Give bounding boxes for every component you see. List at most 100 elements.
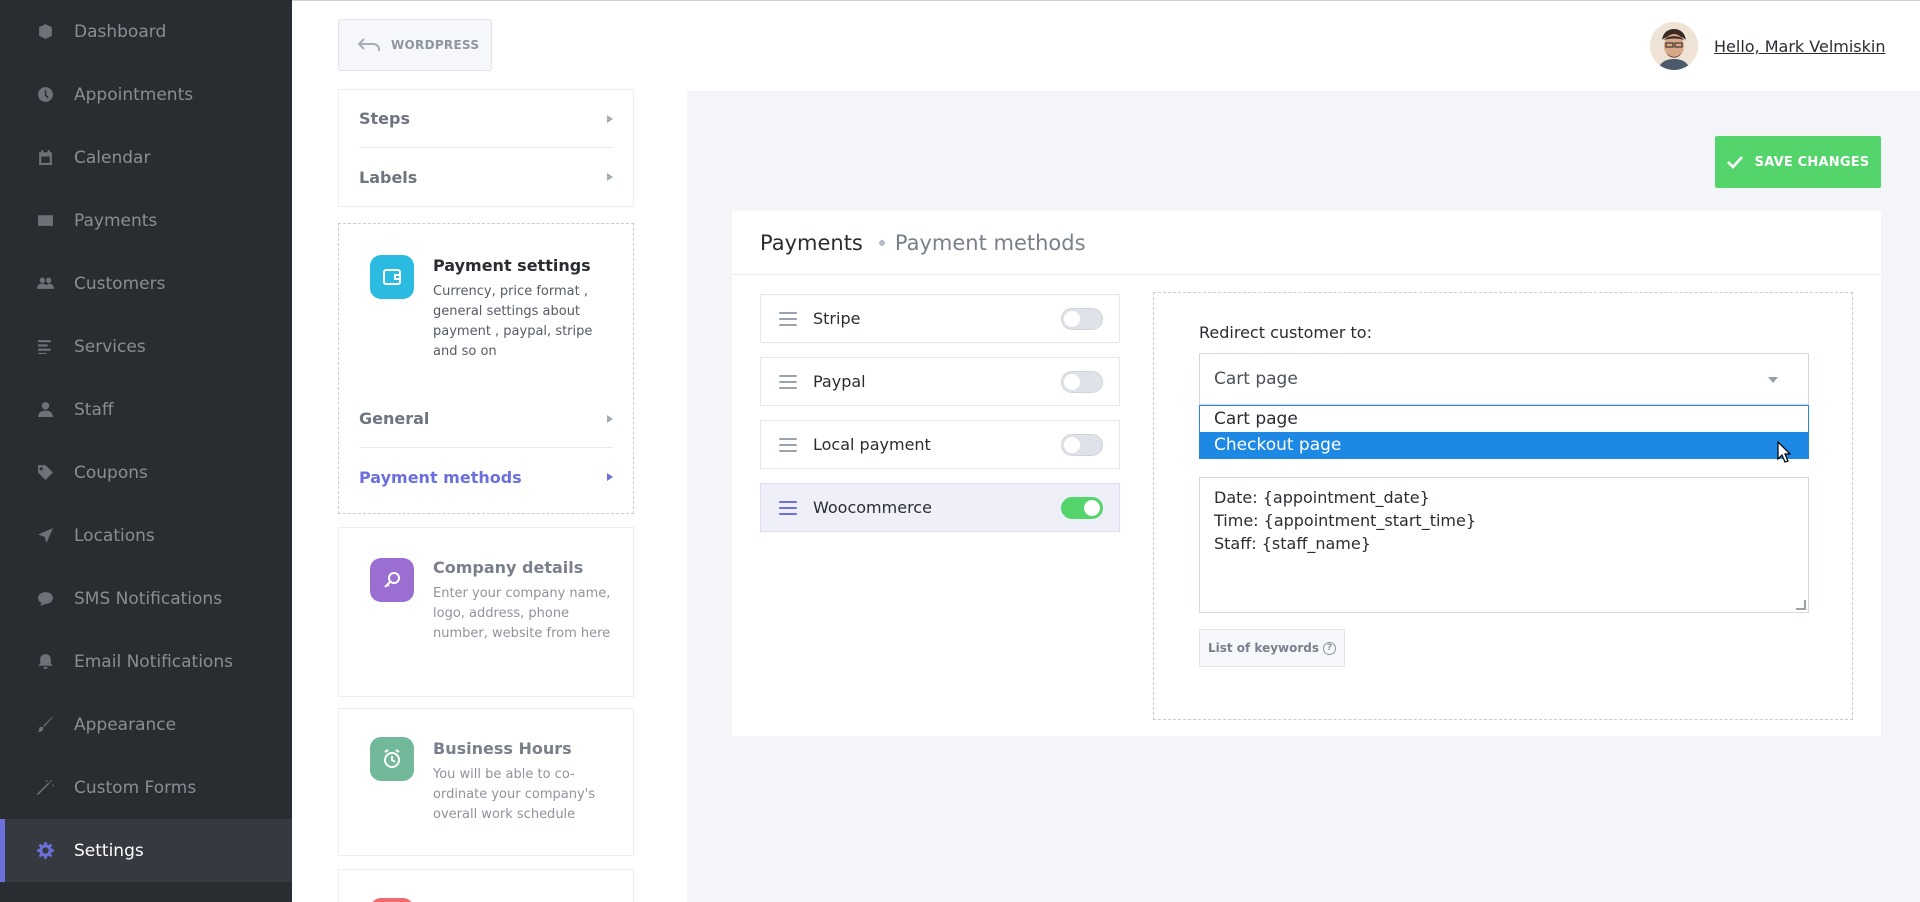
submenu-item-label: Payment methods (359, 467, 522, 487)
avatar[interactable] (1650, 22, 1698, 70)
sidebar-item-appointments[interactable]: Appointments (0, 63, 292, 126)
sidebar-item-calendar[interactable]: Calendar (0, 126, 292, 189)
drag-handle-icon[interactable] (779, 311, 797, 326)
clock-icon (34, 84, 56, 106)
sidebar-item-custom-forms[interactable]: Custom Forms (0, 756, 292, 819)
calendar-icon (34, 147, 56, 169)
list-of-keywords-button[interactable]: List of keywords ? (1199, 629, 1345, 667)
chevron-right-icon (607, 114, 613, 123)
sidebar-item-label: Coupons (74, 462, 148, 483)
sidebar-item-locations[interactable]: Locations (0, 504, 292, 567)
submenu-item-steps[interactable]: Steps (359, 90, 613, 148)
chevron-right-icon (607, 173, 613, 181)
sidebar-item-label: Custom Forms (74, 777, 197, 798)
company-details-card[interactable]: Company details Enter your company name,… (338, 527, 634, 697)
payment-method-stripe[interactable]: Stripe (760, 294, 1120, 343)
save-changes-label: SAVE CHANGES (1754, 154, 1870, 170)
template-line: Date: {appointment_date} (1214, 488, 1430, 507)
sidebar-item-services[interactable]: Services (0, 315, 292, 378)
sidebar-item-label: Payments (74, 210, 158, 231)
company-details-description: Enter your company name, logo, address, … (433, 586, 611, 641)
next-settings-card[interactable] (338, 869, 634, 902)
save-changes-button[interactable]: SAVE CHANGES (1715, 136, 1881, 188)
user-greeting-link[interactable]: Hello, Mark Velmiskin (1714, 37, 1885, 56)
payment-method-local-payment[interactable]: Local payment (760, 420, 1120, 469)
brush-icon (34, 714, 56, 736)
payment-settings-title: Payment settings (433, 256, 591, 275)
settings-menu: Steps Labels Payment settings Currency, … (292, 89, 687, 902)
redirect-dropdown: Cart page Checkout page (1199, 405, 1809, 459)
list-icon (34, 336, 56, 358)
panel-subtitle: Payment methods (894, 230, 1086, 255)
magic-wand-icon (34, 777, 56, 799)
settings-card-icon (370, 898, 414, 902)
location-arrow-icon (34, 525, 56, 547)
business-hours-description: You will be able to co-ordinate your com… (433, 767, 595, 822)
submenu-item-label: General (359, 409, 430, 428)
option-cart-page[interactable]: Cart page (1200, 406, 1808, 432)
panel-title: Payments (760, 230, 863, 255)
payment-method-woocommerce[interactable]: Woocommerce (760, 483, 1120, 532)
breadcrumb-separator (878, 239, 885, 246)
redirect-select[interactable]: Cart page (1199, 353, 1809, 405)
submenu-item-labels[interactable]: Labels (359, 148, 613, 206)
sidebar-item-label: Appointments (74, 84, 194, 105)
resize-handle-icon[interactable] (1796, 600, 1806, 610)
paypal-toggle[interactable] (1061, 371, 1103, 393)
payment-method-label: Woocommerce (813, 498, 932, 517)
users-icon (34, 273, 56, 295)
sidebar-item-customers[interactable]: Customers (0, 252, 292, 315)
credit-card-icon (34, 210, 56, 232)
question-icon: ? (1323, 641, 1337, 655)
redirect-selected-value: Cart page (1214, 369, 1298, 389)
wordpress-label: WORDPRESS (391, 38, 480, 52)
submenu-item-general[interactable]: General (359, 390, 613, 448)
drag-handle-icon[interactable] (779, 374, 797, 389)
bell-icon (34, 651, 56, 673)
sidebar-item-appearance[interactable]: Appearance (0, 693, 292, 756)
submenu-item-payment-methods[interactable]: Payment methods (359, 448, 613, 506)
option-checkout-page[interactable]: Checkout page (1200, 432, 1808, 458)
business-hours-card[interactable]: Business Hours You will be able to co-or… (338, 708, 634, 856)
sidebar-item-staff[interactable]: Staff (0, 378, 292, 441)
woocommerce-toggle[interactable] (1061, 497, 1103, 519)
check-icon (1726, 156, 1743, 169)
mouse-cursor-icon (1777, 441, 1791, 463)
business-hours-title: Business Hours (433, 739, 572, 758)
payment-method-label: Local payment (813, 435, 931, 454)
chevron-right-icon (607, 473, 613, 481)
sidebar-item-label: Settings (74, 840, 144, 861)
sidebar-item-label: Services (74, 336, 146, 357)
keywords-label: List of keywords (1207, 641, 1320, 655)
local-payment-toggle[interactable] (1061, 434, 1103, 456)
sidebar-item-coupons[interactable]: Coupons (0, 441, 292, 504)
sidebar-item-label: SMS Notifications (74, 588, 223, 609)
chevron-down-icon (1768, 377, 1778, 383)
sidebar-item-email-notifications[interactable]: Email Notifications (0, 630, 292, 693)
order-details-textarea[interactable]: Date: {appointment_date} Time: {appointm… (1199, 477, 1809, 613)
drag-handle-icon[interactable] (779, 500, 797, 515)
sidebar-item-label: Calendar (74, 147, 151, 168)
company-icon (370, 558, 414, 602)
payment-settings-card[interactable]: Payment settings Currency, price format … (338, 223, 634, 514)
payment-method-paypal[interactable]: Paypal (760, 357, 1120, 406)
sidebar-item-dashboard[interactable]: Dashboard (0, 0, 292, 63)
sidebar-item-label: Staff (74, 399, 114, 420)
gear-icon (34, 840, 56, 862)
drag-handle-icon[interactable] (779, 437, 797, 452)
company-details-title: Company details (433, 558, 584, 577)
template-line: Staff: {staff_name} (1214, 534, 1371, 553)
sidebar-item-label: Dashboard (74, 21, 167, 42)
sidebar-item-settings[interactable]: Settings (0, 819, 292, 882)
stripe-toggle[interactable] (1061, 308, 1103, 330)
wordpress-back-button[interactable]: WORDPRESS (338, 19, 492, 71)
tag-icon (34, 462, 56, 484)
sidebar-item-payments[interactable]: Payments (0, 189, 292, 252)
woocommerce-settings: Redirect customer to: Cart page Cart pag… (1153, 292, 1853, 720)
sidebar-item-sms-notifications[interactable]: SMS Notifications (0, 567, 292, 630)
sidebar-item-label: Locations (74, 525, 155, 546)
back-arrow-icon (357, 38, 380, 51)
user-icon (34, 399, 56, 421)
chevron-right-icon (607, 414, 613, 423)
template-line: Time: {appointment_start_time} (1214, 511, 1477, 530)
